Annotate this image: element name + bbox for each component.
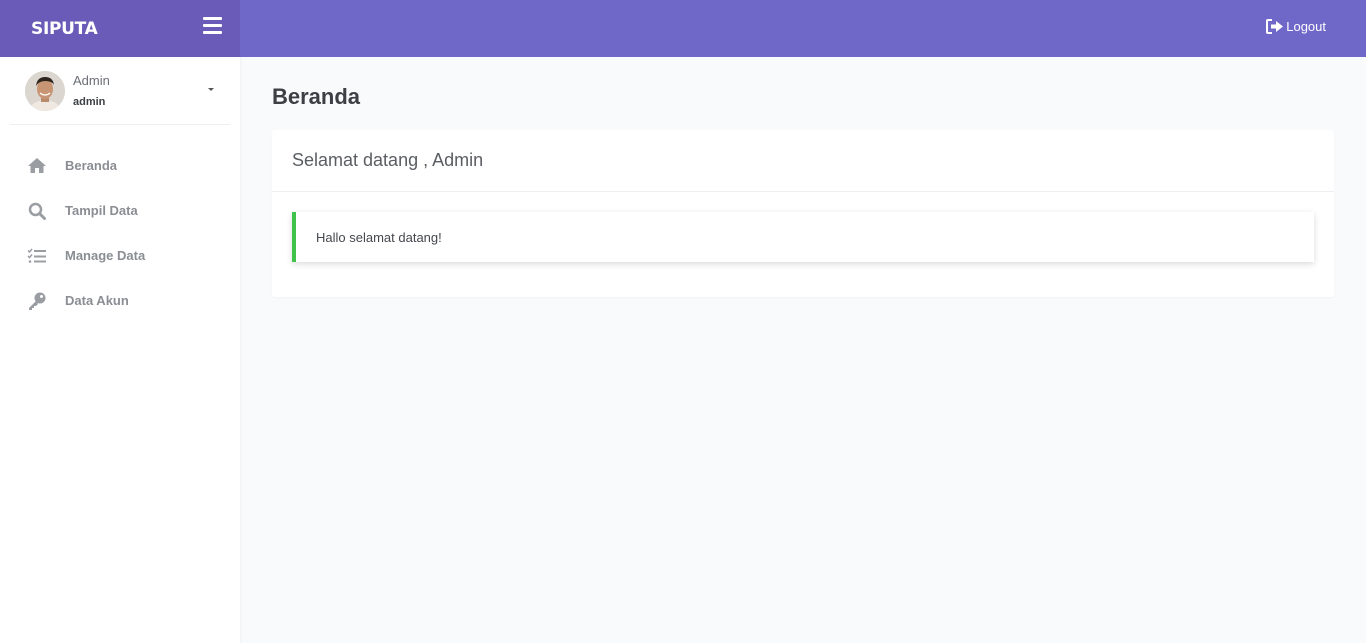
user-name: Admin [73,73,110,88]
logout-button[interactable]: Logout [1266,19,1326,34]
checklist-icon [27,246,47,266]
main-content: Beranda Selamat datang , Admin Hallo sel… [240,57,1366,643]
home-icon [27,156,47,176]
sidebar: Admin admin Beranda Tampil Data Manage D… [0,57,240,643]
search-icon [27,201,47,221]
avatar [25,71,65,111]
top-navbar: Logout [240,0,1366,57]
sidebar-item-label: Beranda [65,158,118,173]
user-role: admin [73,96,106,108]
welcome-alert: Hallo selamat datang! [292,212,1314,262]
card-body: Hallo selamat datang! [272,192,1334,297]
brand-bar: SIPUTA [0,0,240,57]
sidebar-item-data-akun[interactable]: Data Akun [0,278,240,323]
welcome-card: Selamat datang , Admin Hallo selamat dat… [272,130,1334,297]
sidebar-item-label: Tampil Data [65,203,138,218]
caret-down-icon[interactable] [208,88,214,91]
sidebar-item-manage-data[interactable]: Manage Data [0,233,240,278]
card-title: Selamat datang , Admin [272,130,1334,192]
sidebar-nav: Beranda Tampil Data Manage Data Data Aku… [0,143,240,323]
logout-icon [1266,19,1284,34]
key-icon [27,291,47,311]
sidebar-item-tampil-data[interactable]: Tampil Data [0,188,240,233]
logout-label: Logout [1286,19,1326,34]
sidebar-item-label: Manage Data [65,248,146,263]
sidebar-item-label: Data Akun [65,293,129,308]
hamburger-menu-icon[interactable] [203,17,222,35]
brand-logo[interactable]: SIPUTA [31,19,98,39]
page-title: Beranda [272,84,361,109]
user-panel[interactable]: Admin admin [10,57,230,125]
sidebar-item-beranda[interactable]: Beranda [0,143,240,188]
